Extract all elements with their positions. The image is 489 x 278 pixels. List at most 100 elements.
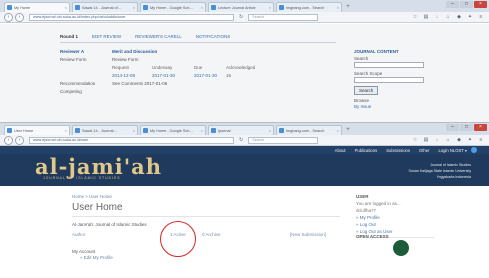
review-form-row: Review Form Review Form: [60, 57, 336, 62]
grid-cell[interactable]: 2017-01-30: [194, 73, 226, 78]
search-field[interactable]: Search: [248, 136, 319, 144]
close-window-button[interactable]: ×: [474, 1, 487, 8]
user-menu[interactable]: Login NLOST ▾: [438, 148, 467, 153]
tab-edit-review[interactable]: EDIT REVIEW: [92, 34, 121, 39]
menu-icon[interactable]: ≡: [477, 14, 485, 21]
pocket-icon[interactable]: ◆: [455, 137, 463, 144]
sidebar-header: JOURNAL CONTENT: [354, 49, 399, 54]
log-out-link[interactable]: » Log Out: [356, 222, 434, 227]
account-header: My Account: [72, 249, 96, 254]
tab-round-1[interactable]: Round 1: [60, 34, 78, 39]
download-icon[interactable]: ↓: [433, 137, 441, 144]
journal-logo[interactable]: al-jami'ah: [35, 156, 162, 177]
download-icon[interactable]: ↓: [433, 14, 441, 21]
tab-notifications[interactable]: NOTIFICATIONS: [196, 34, 230, 39]
search-scope-select[interactable]: [354, 77, 424, 83]
tab-label: My Home - Google Sch...: [150, 128, 193, 133]
avatar[interactable]: [471, 147, 477, 153]
browser-tab-4[interactable]: Ijournal ×: [208, 125, 274, 135]
row-key: Review Form: [60, 57, 87, 62]
addon-icon[interactable]: ✦: [466, 137, 474, 144]
browser-tab-1[interactable]: User Home ×: [4, 125, 70, 135]
browser-tab-4[interactable]: Lecture Journal Article ×: [208, 2, 274, 12]
archive-link[interactable]: 0 Archive: [202, 232, 221, 237]
banner-institution: Journal of Islamic Studies Sunan Kalijag…: [408, 162, 471, 180]
recommendation-row: Recommendation See Comments 2017-01-06: [60, 81, 336, 86]
grid-header: Acknowledged: [226, 65, 256, 70]
toolbar-icons: ☆ ▤ ↓ ⌂ ◆ ✦ ≡: [408, 137, 485, 144]
home-icon[interactable]: ⌂: [444, 14, 452, 21]
grid-cell: 2014-12-08: [112, 73, 136, 78]
nav-other[interactable]: Other: [419, 148, 429, 153]
tab-label: Lecture Journal Article: [218, 5, 256, 10]
clipboard-icon[interactable]: ▤: [422, 14, 430, 21]
close-window-button[interactable]: ×: [474, 124, 487, 131]
browser-tab-5[interactable]: Imgbang.com - Search ×: [276, 125, 342, 135]
browser-tab-3[interactable]: My Home - Google Sch... ×: [140, 125, 206, 135]
reload-icon[interactable]: ↻: [239, 137, 243, 143]
close-tab-icon[interactable]: ×: [267, 128, 271, 133]
breadcrumb[interactable]: Home > User Home: [72, 194, 112, 199]
close-tab-icon[interactable]: ×: [199, 128, 203, 133]
browser-tab-5[interactable]: Imgbang.com - Search ×: [276, 2, 342, 12]
maximize-button[interactable]: □: [460, 1, 473, 8]
browser-tab-3[interactable]: My Home - Google Sch... ×: [140, 2, 206, 12]
close-tab-icon[interactable]: ×: [131, 5, 135, 10]
forward-button[interactable]: ›: [15, 135, 24, 145]
minimize-button[interactable]: –: [446, 124, 459, 131]
star-icon[interactable]: ☆: [411, 14, 419, 21]
nav-publications[interactable]: Publications: [355, 148, 378, 153]
close-tab-icon[interactable]: ×: [267, 5, 271, 10]
search-button[interactable]: Search: [354, 86, 379, 95]
back-button[interactable]: ‹: [4, 12, 13, 22]
reload-icon[interactable]: ↻: [239, 14, 243, 20]
forward-button[interactable]: ›: [15, 12, 24, 22]
browser-tab-2[interactable]: Sawal 14 - Journal... ×: [72, 125, 138, 135]
author-role-link[interactable]: Author: [72, 232, 85, 237]
favicon-icon: [75, 5, 80, 10]
close-tab-icon[interactable]: ×: [131, 128, 135, 133]
addon-icon[interactable]: ✦: [466, 14, 474, 21]
review-panel: Round 1 EDIT REVIEW REVIEWER'S CARELL NO…: [60, 34, 336, 94]
my-profile-link[interactable]: » My Profile: [356, 215, 434, 220]
edit-profile-link[interactable]: » Edit My Profile: [80, 255, 113, 260]
browser-tab-2[interactable]: Sawal 14 - Journal of... ×: [72, 2, 138, 12]
clipboard-icon[interactable]: ▤: [422, 137, 430, 144]
browser-tab-1[interactable]: My Home ×: [4, 2, 70, 12]
nav-about[interactable]: About: [335, 148, 346, 153]
journal-name: Al-Jami'ah: Journal of Islamic Studies: [72, 222, 147, 227]
pocket-icon[interactable]: ◆: [455, 14, 463, 21]
new-tab-button[interactable]: +: [344, 4, 352, 11]
favicon-icon: [279, 5, 284, 10]
browse-label: Browse: [354, 98, 370, 103]
page-title: User Home: [72, 202, 123, 213]
back-button[interactable]: ‹: [4, 135, 13, 145]
section-value: Merit and Discussion: [112, 49, 158, 54]
star-icon[interactable]: ☆: [411, 137, 419, 144]
open-access-header: OPEN ACCESS: [356, 234, 389, 239]
journal-sidebar: JOURNAL CONTENT Search Search Scope Sear…: [354, 49, 424, 109]
tab-label: User Home: [14, 128, 34, 133]
competing-row: Competing: [60, 89, 336, 94]
tab-label: My Home - Google Sch...: [150, 5, 193, 10]
address-bar[interactable]: www.ejournal.uin-suka.ac.id/user: [29, 136, 234, 144]
nav-submissions[interactable]: Submissions: [386, 148, 410, 153]
new-tab-button[interactable]: +: [344, 127, 352, 134]
maximize-button[interactable]: □: [460, 124, 473, 131]
new-submission-link[interactable]: [New Submission]: [290, 232, 326, 237]
close-tab-icon[interactable]: ×: [335, 128, 339, 133]
home-icon[interactable]: ⌂: [444, 137, 452, 144]
browse-by-issue-link[interactable]: By Issue: [354, 104, 424, 109]
close-tab-icon[interactable]: ×: [63, 5, 67, 10]
review-tabs: Round 1 EDIT REVIEW REVIEWER'S CARELL NO…: [60, 34, 336, 43]
search-input[interactable]: [354, 62, 424, 68]
row-value: Review Form: [112, 57, 139, 62]
close-tab-icon[interactable]: ×: [335, 5, 339, 10]
minimize-button[interactable]: –: [446, 1, 459, 8]
search-field[interactable]: Search: [248, 13, 319, 21]
address-bar[interactable]: www.ejournal.uin-suka.ac.id/index.php/us…: [29, 13, 234, 21]
menu-icon[interactable]: ≡: [477, 137, 485, 144]
close-tab-icon[interactable]: ×: [199, 5, 203, 10]
tab-reviewer-carell[interactable]: REVIEWER'S CARELL: [135, 34, 182, 39]
close-tab-icon[interactable]: ×: [63, 128, 67, 133]
